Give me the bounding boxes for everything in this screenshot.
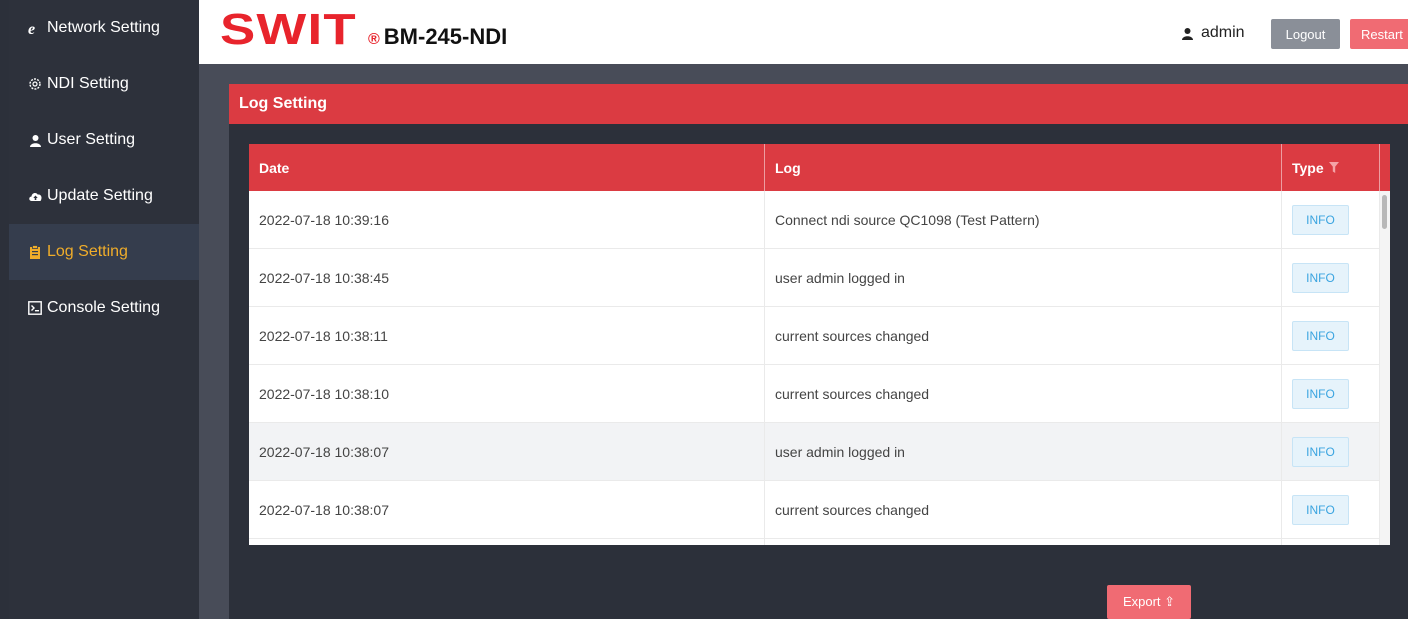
table-row[interactable]: 2022-07-18 10:38:10 current sources chan… (249, 365, 1390, 423)
sidebar: e Network Setting NDI Setting User Setti… (9, 0, 199, 619)
cell-type: INFO (1282, 365, 1380, 422)
svg-text:e: e (28, 21, 35, 36)
logout-button[interactable]: Logout (1271, 19, 1340, 49)
brand-name: SWIT (220, 5, 357, 54)
column-header-label: Type (1292, 159, 1324, 176)
user-icon (27, 132, 43, 148)
table-row[interactable] (249, 539, 1390, 545)
sidebar-item-label: User Setting (47, 131, 136, 148)
type-badge: INFO (1292, 494, 1349, 525)
cell-date: 2022-07-18 10:38:11 (249, 307, 765, 364)
type-badge: INFO (1292, 320, 1349, 351)
sidebar-item-update[interactable]: Update Setting (9, 168, 199, 224)
cell-date: 2022-07-18 10:38:07 (249, 423, 765, 480)
cell-type: INFO (1282, 423, 1380, 480)
cell-date: 2022-07-18 10:38:10 (249, 365, 765, 422)
type-badge: INFO (1292, 262, 1349, 293)
type-badge: INFO (1292, 378, 1349, 409)
table-row[interactable]: 2022-07-18 10:39:16 Connect ndi source Q… (249, 191, 1390, 249)
gear-icon (27, 76, 43, 92)
restart-button[interactable]: Restart (1350, 19, 1408, 49)
column-header-type[interactable]: Type (1282, 144, 1380, 191)
sidebar-item-ndi[interactable]: NDI Setting (9, 56, 199, 112)
table-header: Date Log Type (249, 144, 1390, 191)
cloud-upload-icon (27, 188, 43, 204)
sidebar-item-user[interactable]: User Setting (9, 112, 199, 168)
cell-type: INFO (1282, 191, 1380, 248)
table-row[interactable]: 2022-07-18 10:38:45 user admin logged in… (249, 249, 1390, 307)
cell-date: 2022-07-18 10:39:16 (249, 191, 765, 248)
top-bar: SWIT ® BM-245-NDI admin Logout Restart (199, 0, 1408, 64)
cell-type (1282, 539, 1380, 545)
cell-log: Connect ndi source QC1098 (Test Pattern) (765, 191, 1282, 248)
type-badge: INFO (1292, 204, 1349, 235)
brand-logo: SWIT ® BM-245-NDI (220, 8, 507, 52)
ie-icon: e (27, 20, 43, 36)
table-row[interactable]: 2022-07-18 10:38:07 user admin logged in… (249, 423, 1390, 481)
cell-log: user admin logged in (765, 249, 1282, 306)
log-table: Date Log Type 2022-07-18 10:39:16 Connec… (249, 144, 1390, 545)
registered-mark: ® (367, 31, 380, 48)
main-area: Log Setting Date Log Type 2022-07-18 10:… (199, 64, 1408, 619)
cell-type: INFO (1282, 481, 1380, 538)
column-header-log[interactable]: Log (765, 144, 1282, 191)
scrollbar-thumb[interactable] (1382, 195, 1387, 229)
panel-title: Log Setting (229, 84, 1408, 124)
sidebar-item-label: NDI Setting (47, 75, 129, 92)
terminal-icon (27, 300, 43, 316)
clipboard-icon (27, 244, 43, 260)
model-name: BM-245-NDI (383, 24, 508, 49)
cell-type: INFO (1282, 307, 1380, 364)
cell-date: 2022-07-18 10:38:45 (249, 249, 765, 306)
sidebar-item-network[interactable]: e Network Setting (9, 0, 199, 56)
cell-type: INFO (1282, 249, 1380, 306)
sidebar-item-label: Update Setting (47, 187, 153, 204)
header-spacer (1380, 144, 1390, 191)
table-row[interactable]: 2022-07-18 10:38:07 current sources chan… (249, 481, 1390, 539)
sidebar-item-console[interactable]: Console Setting (9, 280, 199, 336)
cell-log: user admin logged in (765, 423, 1282, 480)
cell-date: 2022-07-18 10:38:07 (249, 481, 765, 538)
table-scrollbar[interactable] (1380, 191, 1390, 545)
cell-log: current sources changed (765, 307, 1282, 364)
filter-icon[interactable] (1328, 162, 1339, 173)
cell-date (249, 539, 765, 545)
username: admin (1201, 24, 1245, 41)
type-badge: INFO (1292, 436, 1349, 467)
user-icon (1181, 27, 1194, 40)
sidebar-item-label: Network Setting (47, 19, 160, 36)
sidebar-item-log[interactable]: Log Setting (9, 224, 199, 280)
column-header-date[interactable]: Date (249, 144, 765, 191)
cell-log: current sources changed (765, 481, 1282, 538)
sidebar-item-label: Console Setting (47, 299, 160, 316)
cell-log (765, 539, 1282, 545)
table-row[interactable]: 2022-07-18 10:38:11 current sources chan… (249, 307, 1390, 365)
user-display: admin (1181, 24, 1245, 42)
log-panel: Log Setting Date Log Type 2022-07-18 10:… (229, 84, 1408, 619)
cell-log: current sources changed (765, 365, 1282, 422)
export-button[interactable]: Export ⇪ (1107, 585, 1191, 619)
sidebar-item-label: Log Setting (47, 243, 128, 260)
